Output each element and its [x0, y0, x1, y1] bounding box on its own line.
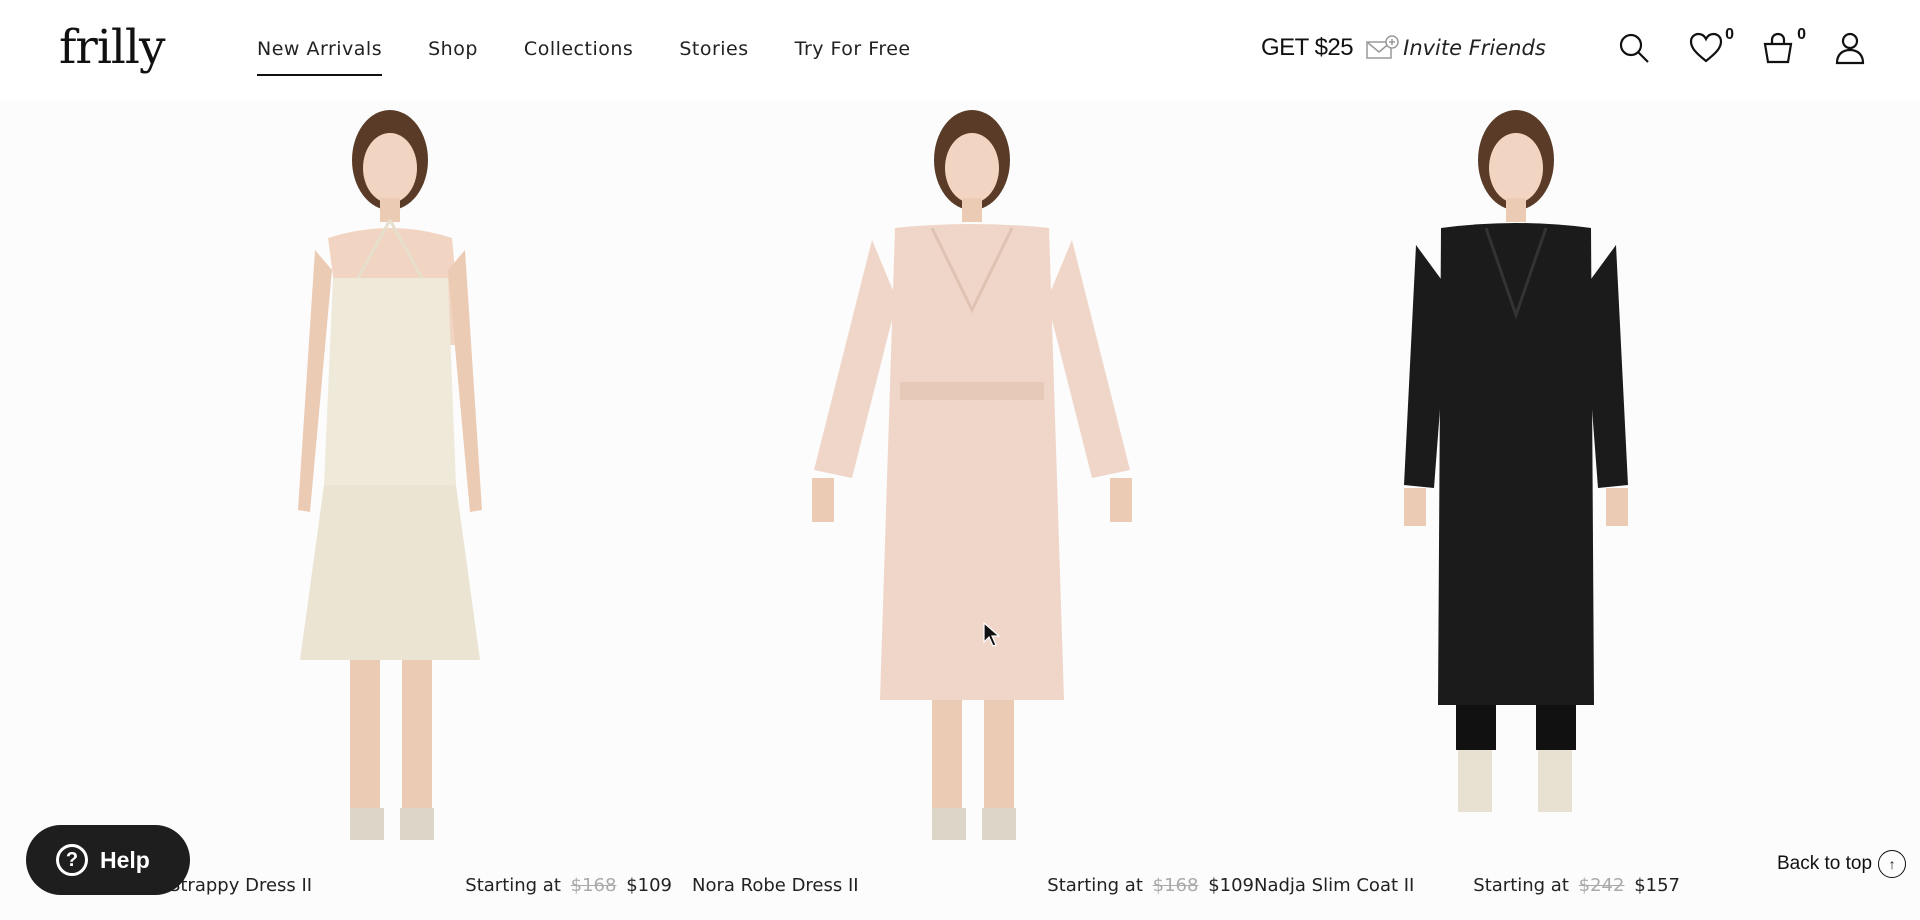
- nav-collections[interactable]: Collections: [524, 38, 633, 76]
- nav-shop[interactable]: Shop: [428, 38, 478, 76]
- cart-button[interactable]: 0: [1760, 26, 1806, 68]
- invite-friends-label: Invite Friends: [1403, 36, 1546, 60]
- product-listing-page: frilly New Arrivals Shop Collections Sto…: [0, 0, 1920, 920]
- product-card[interactable]: Nadja Slim Coat II Starting at $242 $157: [1254, 100, 1816, 920]
- back-to-top-label: Back to top: [1777, 853, 1873, 874]
- account-button[interactable]: [1832, 30, 1870, 68]
- search-icon: [1619, 33, 1649, 63]
- mouse-cursor-icon: [983, 622, 1001, 647]
- product-price: Starting at $242 $157: [1473, 875, 1680, 896]
- envelope-icon: [1366, 35, 1399, 59]
- product-image: [1404, 110, 1628, 812]
- product-card[interactable]: Isabel Strappy Dress II Starting at $168…: [110, 100, 672, 920]
- help-button[interactable]: ? Help: [26, 825, 190, 895]
- header-icons: 0 0: [1616, 26, 1904, 68]
- invite-friends-link[interactable]: Invite Friends: [1365, 34, 1546, 62]
- product-price: Starting at $168 $109: [465, 875, 672, 896]
- price-prefix: Starting at: [465, 875, 561, 896]
- sale-price: $109: [626, 875, 672, 896]
- back-to-top-link[interactable]: Back to top ↑: [1777, 850, 1907, 878]
- original-price: $168: [1152, 875, 1199, 896]
- price-prefix: Starting at: [1047, 875, 1143, 896]
- arrow-up-icon: ↑: [1878, 850, 1907, 878]
- product-image: [812, 110, 1132, 840]
- bag-icon: [1763, 32, 1793, 64]
- product-price: Starting at $168 $109: [1047, 875, 1254, 896]
- wishlist-button[interactable]: 0: [1688, 26, 1734, 68]
- nav-stories[interactable]: Stories: [679, 38, 748, 76]
- sale-price: $157: [1634, 875, 1680, 896]
- sale-price: $109: [1208, 875, 1254, 896]
- original-price: $168: [570, 875, 617, 896]
- referral-promo: GET $25 Invite Friends: [1261, 34, 1546, 62]
- nav-try-for-free[interactable]: Try For Free: [795, 38, 911, 76]
- product-card[interactable]: Nora Robe Dress II Starting at $168 $109: [692, 100, 1254, 920]
- user-icon: [1835, 32, 1865, 65]
- heart-icon: [1689, 32, 1723, 63]
- site-logo[interactable]: frilly: [59, 20, 166, 75]
- site-header: frilly New Arrivals Shop Collections Sto…: [0, 0, 1920, 100]
- wishlist-count: 0: [1725, 26, 1734, 43]
- original-price: $242: [1578, 875, 1625, 896]
- main-nav: New Arrivals Shop Collections Stories Tr…: [257, 38, 957, 76]
- price-prefix: Starting at: [1473, 875, 1569, 896]
- product-name[interactable]: Nadja Slim Coat II: [1254, 875, 1414, 896]
- product-image: [298, 110, 482, 840]
- promo-amount: GET $25: [1261, 34, 1354, 61]
- help-label: Help: [100, 846, 150, 873]
- cart-count: 0: [1797, 26, 1806, 43]
- product-name[interactable]: Nora Robe Dress II: [692, 875, 859, 896]
- search-button[interactable]: [1616, 30, 1654, 68]
- question-icon: ?: [56, 844, 88, 876]
- nav-new-arrivals[interactable]: New Arrivals: [257, 38, 383, 76]
